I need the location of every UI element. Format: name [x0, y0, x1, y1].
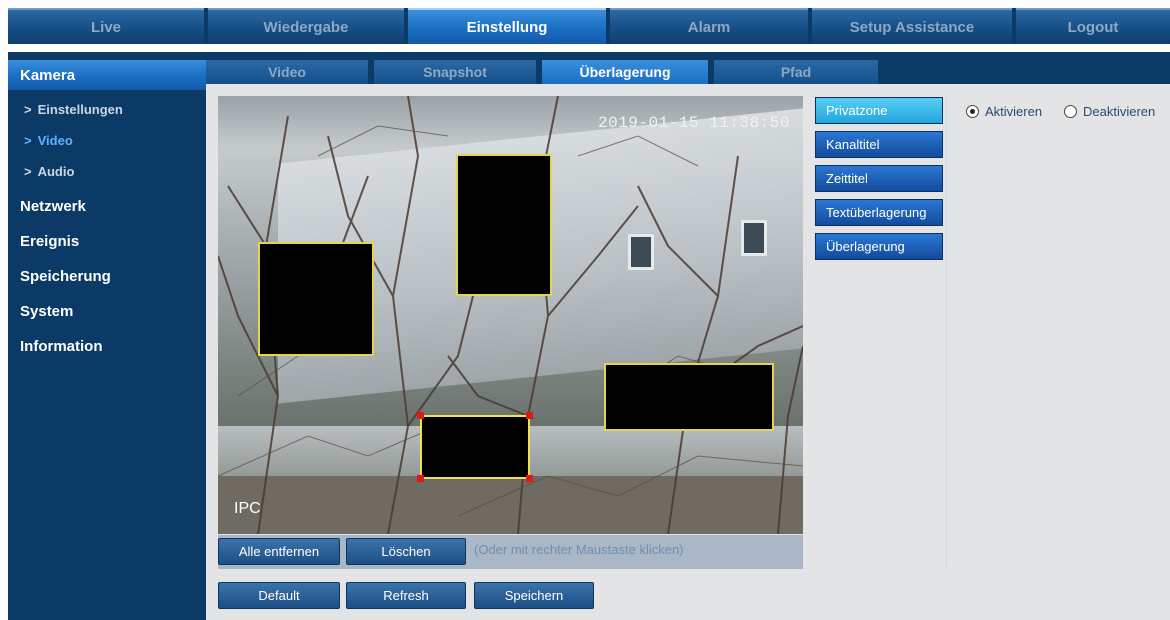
sidebar-item-information[interactable]: Information	[8, 331, 206, 361]
overlay-zeittitel-button[interactable]: Zeittitel	[815, 165, 943, 192]
resize-handle[interactable]	[526, 475, 533, 482]
video-preview[interactable]: 2019-01-15 11:38:50 IPC	[218, 96, 803, 534]
privacy-zone[interactable]	[258, 242, 374, 356]
subtab-pfad[interactable]: Pfad	[714, 60, 878, 84]
sidebar-item-label: Einstellungen	[37, 101, 123, 117]
tab-logout[interactable]: Logout	[1016, 8, 1170, 44]
privacy-zone[interactable]	[456, 154, 552, 296]
privacy-zone-selected[interactable]	[420, 415, 530, 479]
overlay-privatzone-button[interactable]: Privatzone	[815, 97, 943, 124]
tab-alarm[interactable]: Alarm	[610, 8, 808, 44]
refresh-button[interactable]: Refresh	[346, 582, 466, 609]
privacy-zone[interactable]	[604, 363, 774, 431]
app-window: Live Wiedergabe Einstellung Alarm Setup …	[0, 0, 1170, 620]
sidebar-item-system[interactable]: System	[8, 296, 206, 326]
subtab-ueberlagerung[interactable]: Überlagerung	[542, 60, 708, 84]
sidebar-item-label: Speicherung	[20, 267, 111, 285]
default-button[interactable]: Default	[218, 582, 340, 609]
remove-all-button[interactable]: Alle entfernen	[218, 538, 340, 565]
sidebar-item-label: Ereignis	[20, 232, 80, 250]
overlay-textueberlagerung-button[interactable]: Textüberlagerung	[815, 199, 943, 226]
sidebar-item-label: System	[20, 302, 74, 320]
tab-live[interactable]: Live	[8, 8, 204, 44]
sidebar-item-ereignis[interactable]: Ereignis	[8, 226, 206, 256]
enable-radio[interactable]: Aktivieren	[966, 104, 1042, 119]
overlay-ueberlagerung-button[interactable]: Überlagerung	[815, 233, 943, 260]
sidebar-item-label: Audio	[37, 163, 75, 179]
disable-radio-label: Deaktivieren	[1083, 104, 1156, 119]
sidebar: Kamera > Einstellungen > Video > Audio N…	[8, 52, 206, 620]
resize-handle[interactable]	[417, 475, 424, 482]
subtab-video[interactable]: Video	[206, 60, 368, 84]
radio-unselected-icon[interactable]	[1064, 105, 1077, 118]
radio-selected-icon[interactable]	[966, 105, 979, 118]
sidebar-item-speicherung[interactable]: Speicherung	[8, 261, 206, 291]
resize-handle[interactable]	[417, 412, 424, 419]
sidebar-item-netzwerk[interactable]: Netzwerk	[8, 191, 206, 221]
resize-handle[interactable]	[526, 412, 533, 419]
timestamp-overlay: 2019-01-15 11:38:50	[598, 114, 790, 132]
chevron-right-icon: >	[24, 101, 32, 117]
sidebar-item-label: Kamera	[20, 66, 76, 84]
top-navigation: Live Wiedergabe Einstellung Alarm Setup …	[8, 8, 1170, 44]
overlay-kanaltitel-button[interactable]: Kanaltitel	[815, 131, 943, 158]
delete-button[interactable]: Löschen	[346, 538, 466, 565]
save-button[interactable]: Speichern	[474, 582, 594, 609]
enable-radio-label: Aktivieren	[985, 104, 1043, 119]
sidebar-item-kamera[interactable]: Kamera	[8, 60, 206, 90]
channel-title-overlay: IPC	[234, 500, 261, 517]
tab-setup-assistance[interactable]: Setup Assistance	[812, 8, 1012, 44]
subtab-snapshot[interactable]: Snapshot	[374, 60, 536, 84]
vertical-divider	[946, 96, 947, 566]
sidebar-item-label: Video	[37, 132, 73, 148]
sidebar-item-video[interactable]: > Video	[8, 127, 206, 153]
sidebar-item-einstellungen[interactable]: > Einstellungen	[8, 96, 206, 122]
sidebar-item-audio[interactable]: > Audio	[8, 158, 206, 184]
sidebar-item-label: Netzwerk	[20, 197, 86, 215]
right-click-hint: (Oder mit rechter Maustaste klicken)	[474, 542, 684, 557]
disable-radio[interactable]: Deaktivieren	[1064, 104, 1155, 119]
chevron-right-icon: >	[24, 163, 32, 179]
tab-wiedergabe[interactable]: Wiedergabe	[208, 8, 404, 44]
tab-einstellung[interactable]: Einstellung	[408, 8, 606, 44]
chevron-right-icon: >	[24, 132, 32, 148]
sidebar-item-label: Information	[20, 337, 103, 355]
